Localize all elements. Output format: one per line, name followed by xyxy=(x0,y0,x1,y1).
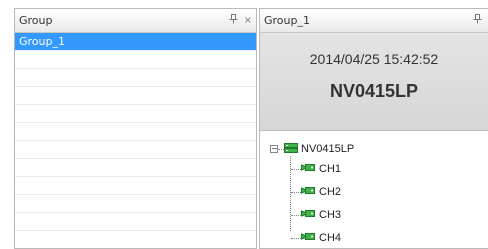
group-panel: Group × Group_1 xyxy=(14,8,257,249)
close-icon[interactable]: × xyxy=(244,15,252,26)
group-detail-titlebar: Group_1 xyxy=(260,9,488,33)
tree-channel-label: CH1 xyxy=(319,163,342,175)
device-tree: − NV0415LP CH1 CH2 CH3 CH4 xyxy=(260,131,488,248)
collapse-icon[interactable]: − xyxy=(270,145,278,153)
group-list-item[interactable] xyxy=(15,69,256,87)
group-panel-titlebar: Group × xyxy=(15,9,256,33)
dvr-device-icon xyxy=(284,142,298,157)
group-list-item[interactable] xyxy=(15,231,256,248)
group-list-item[interactable] xyxy=(15,159,256,177)
tree-root-device[interactable]: NV0415LP xyxy=(284,141,354,157)
pin-icon[interactable] xyxy=(473,14,482,27)
group-list-item[interactable] xyxy=(15,213,256,231)
group-list-item-selected[interactable]: Group_1 xyxy=(15,33,256,51)
device-datetime: 2014/04/25 15:42:52 xyxy=(309,51,439,67)
tree-channel-3[interactable]: CH3 xyxy=(301,207,341,223)
group-list-item[interactable] xyxy=(15,105,256,123)
group-list-item[interactable] xyxy=(15,195,256,213)
tree-channel-4[interactable]: CH4 xyxy=(301,230,341,246)
group-panel-title: Group xyxy=(19,14,53,27)
group-detail-title: Group_1 xyxy=(264,14,310,27)
tree-channel-label: CH2 xyxy=(319,186,342,198)
camera-icon xyxy=(301,185,316,199)
group-list-item[interactable] xyxy=(15,51,256,69)
pin-icon[interactable] xyxy=(229,14,238,27)
group-detail-panel: Group_1 2014/04/25 15:42:52 NV0415LP − N… xyxy=(259,8,488,249)
group-list-item[interactable] xyxy=(15,141,256,159)
camera-icon xyxy=(301,208,316,222)
group-list-item[interactable] xyxy=(15,123,256,141)
group-list-item[interactable] xyxy=(15,177,256,195)
device-name: NV0415LP xyxy=(329,81,419,101)
device-info-box: 2014/04/25 15:42:52 NV0415LP xyxy=(260,33,488,131)
group-list-item[interactable] xyxy=(15,87,256,105)
tree-channel-label: CH4 xyxy=(319,232,342,244)
tree-root-label: NV0415LP xyxy=(301,143,355,155)
group-list: Group_1 xyxy=(15,33,256,248)
tree-channel-label: CH3 xyxy=(319,209,342,221)
tree-channel-1[interactable]: CH1 xyxy=(301,161,341,177)
tree-channel-2[interactable]: CH2 xyxy=(301,184,341,200)
camera-icon xyxy=(301,162,316,176)
camera-icon xyxy=(301,231,316,245)
